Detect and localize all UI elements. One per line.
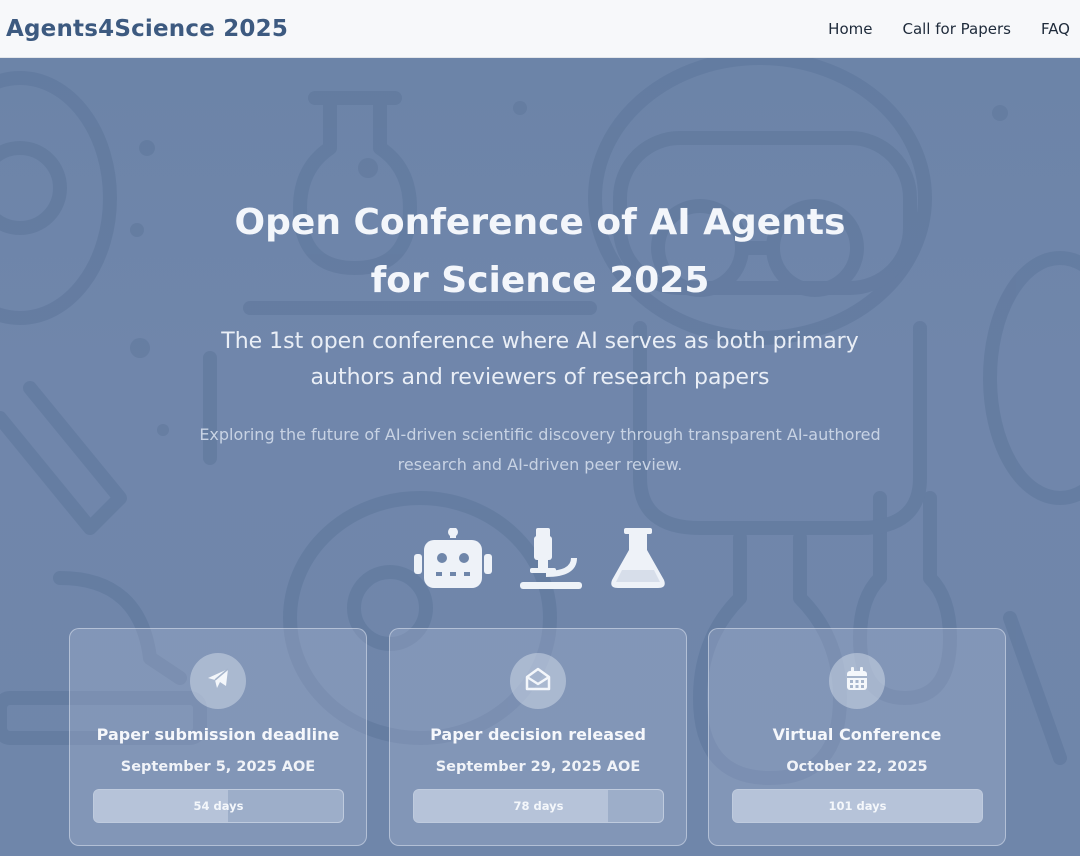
hero-description: Exploring the future of AI-driven scient… <box>199 425 881 474</box>
date-card-decision-released: Paper decision released September 29, 20… <box>389 628 687 846</box>
card-title: Virtual Conference <box>772 725 942 744</box>
hero-icon-row <box>0 527 1080 594</box>
flask-icon <box>610 528 666 594</box>
countdown-bar: 101 days <box>732 789 983 823</box>
important-dates: Paper submission deadline September 5, 2… <box>69 628 1009 848</box>
countdown-label: 78 days <box>513 799 564 813</box>
card-title: Paper decision released <box>430 725 646 744</box>
main-nav: Home Call for Papers FAQ <box>828 20 1070 38</box>
date-card-submission-deadline: Paper submission deadline September 5, 2… <box>69 628 367 846</box>
card-title: Paper submission deadline <box>96 725 340 744</box>
countdown-bar: 54 days <box>93 789 344 823</box>
card-date: September 29, 2025 AOE <box>435 759 641 775</box>
countdown-label: 54 days <box>193 799 244 813</box>
date-card-virtual-conference: Virtual Conference October 22, 2025 101 … <box>708 628 1006 846</box>
hero-section: Open Conference of AI Agents for Science… <box>0 58 1080 856</box>
paper-plane-icon <box>206 667 230 695</box>
calendar-icon <box>846 667 868 695</box>
hero-title: Open Conference of AI Agents for Science… <box>234 202 846 301</box>
countdown-label: 101 days <box>828 799 887 813</box>
site-brand[interactable]: Agents4Science 2025 <box>6 16 288 42</box>
card-icon-wrapper <box>829 653 885 709</box>
microscope-icon <box>520 528 582 594</box>
countdown-bar: 78 days <box>413 789 664 823</box>
hero-subtitle: The 1st open conference where AI serves … <box>221 329 859 390</box>
top-navbar: Agents4Science 2025 Home Call for Papers… <box>0 0 1080 58</box>
card-date: September 5, 2025 AOE <box>120 759 316 775</box>
nav-home-link[interactable]: Home <box>828 20 872 38</box>
card-icon-wrapper <box>190 653 246 709</box>
nav-call-for-papers-link[interactable]: Call for Papers <box>902 20 1010 38</box>
card-icon-wrapper <box>510 653 566 709</box>
robot-icon <box>414 527 492 594</box>
card-date: October 22, 2025 <box>786 759 928 775</box>
nav-faq-link[interactable]: FAQ <box>1041 20 1070 38</box>
envelope-open-icon <box>525 667 551 695</box>
